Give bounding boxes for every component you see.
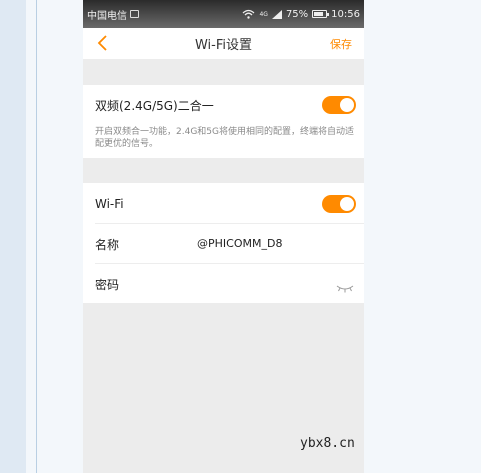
page-left-divider (36, 0, 37, 473)
dual-band-toggle[interactable] (322, 96, 356, 114)
battery-icon (312, 10, 330, 18)
network-badge: 4G (259, 10, 268, 18)
carrier-group: 中国电信 (87, 7, 139, 22)
dual-band-card: 双频(2.4G/5G)二合一 开启双频合一功能，2.4G和5G将使用相同的配置，… (83, 85, 364, 158)
save-button[interactable]: 保存 (330, 36, 352, 52)
wifi-toggle[interactable] (322, 195, 356, 213)
wifi-card: Wi-Fi 名称 @PHICOMM_D8 密码 (83, 183, 364, 303)
page-left-band (0, 0, 26, 473)
toggle-knob (340, 197, 354, 211)
watermark-text: ybx8.cn (300, 436, 355, 451)
clock: 10:56 (331, 8, 360, 20)
status-bar: 中国电信 4G 75% 10:56 (83, 0, 364, 28)
wifi-name-input[interactable]: @PHICOMM_D8 (197, 237, 282, 250)
phone-screen: 中国电信 4G 75% 10:56 Wi-Fi设置 保存 双频(2.4G/5G)… (83, 0, 364, 473)
page-title: Wi-Fi设置 (194, 38, 252, 53)
wifi-password-label: 密码 (95, 278, 120, 292)
signal-icon (271, 9, 282, 19)
navigation-bar: Wi-Fi设置 保存 (83, 28, 364, 59)
battery-percent: 75% (285, 8, 309, 20)
toggle-knob (340, 98, 354, 112)
row-divider (95, 223, 364, 224)
status-right: 4G 75% 10:56 (242, 9, 360, 20)
wifi-name-label: 名称 (95, 238, 120, 252)
back-chevron-icon[interactable] (95, 33, 111, 53)
wifi-icon (242, 9, 255, 19)
sim-icon (130, 10, 139, 18)
row-divider (95, 263, 364, 264)
dual-band-description: 开启双频合一功能，2.4G和5G将使用相同的配置，终端将自动适配更优的信号。 (95, 127, 354, 149)
carrier-name: 中国电信 (87, 10, 127, 22)
dual-band-label: 双频(2.4G/5G)二合一 (95, 99, 214, 113)
wifi-label: Wi-Fi (95, 197, 124, 211)
eye-closed-icon[interactable] (336, 278, 354, 293)
